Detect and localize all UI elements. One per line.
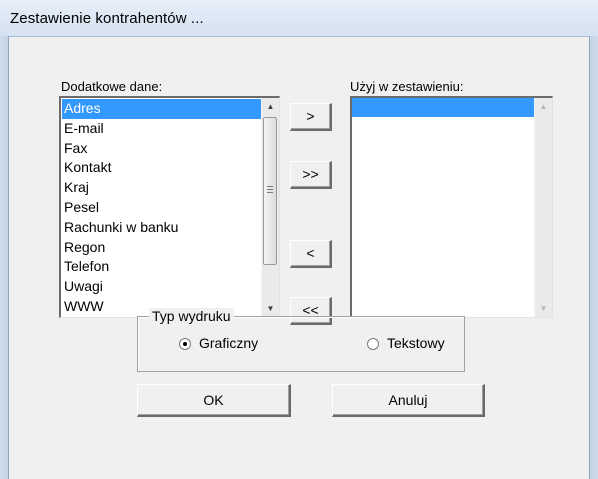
list-item-telefon[interactable]: Telefon bbox=[62, 257, 261, 277]
ok-button[interactable]: OK bbox=[137, 384, 291, 417]
window-frame-left bbox=[0, 36, 9, 479]
empty-selection-highlight bbox=[352, 98, 534, 117]
radio-graficzny-label[interactable]: Graficzny bbox=[199, 335, 258, 351]
title-bar[interactable]: Zestawienie kontrahentów ... bbox=[0, 0, 598, 37]
list-item-kontakt[interactable]: Kontakt bbox=[62, 158, 261, 178]
list-item-kraj[interactable]: Kraj bbox=[62, 178, 261, 198]
remove-field-label: < bbox=[306, 245, 315, 261]
dialog-body: Dodatkowe dane: Adres E-mail Fax Kontakt… bbox=[9, 37, 589, 479]
ok-label: OK bbox=[203, 392, 224, 408]
selected-fields-list[interactable]: ▲ ▼ bbox=[350, 96, 553, 318]
scroll-thumb[interactable] bbox=[263, 117, 277, 265]
scroll-up-arrow-icon[interactable]: ▲ bbox=[535, 98, 552, 115]
add-field-label: > bbox=[306, 108, 315, 124]
list-item-regon[interactable]: Regon bbox=[62, 238, 261, 258]
print-type-label: Typ wydruku bbox=[149, 308, 234, 324]
left-list-label: Dodatkowe dane: bbox=[61, 79, 163, 94]
right-list-scrollbar[interactable]: ▲ ▼ bbox=[534, 98, 552, 317]
right-list-label: Użyj w zestawieniu: bbox=[350, 79, 464, 94]
scroll-up-arrow-icon[interactable]: ▲ bbox=[262, 98, 279, 115]
scroll-down-arrow-icon[interactable]: ▼ bbox=[535, 300, 552, 317]
scroll-grip-icon bbox=[267, 186, 273, 194]
list-item-uwagi[interactable]: Uwagi bbox=[62, 277, 261, 297]
remove-field-button[interactable]: < bbox=[290, 240, 332, 268]
scroll-down-arrow-icon[interactable]: ▼ bbox=[262, 300, 279, 317]
window-title: Zestawienie kontrahentów ... bbox=[10, 10, 204, 27]
list-item-rachunki[interactable]: Rachunki w banku bbox=[62, 218, 261, 238]
cancel-button[interactable]: Anuluj bbox=[332, 384, 485, 417]
add-all-fields-button[interactable]: >> bbox=[290, 161, 332, 189]
list-item-pesel[interactable]: Pesel bbox=[62, 198, 261, 218]
window-frame-right bbox=[589, 36, 598, 479]
radio-unchecked-icon[interactable] bbox=[367, 338, 379, 350]
left-list-scrollbar[interactable]: ▲ ▼ bbox=[261, 98, 279, 317]
cancel-label: Anuluj bbox=[388, 392, 428, 408]
list-item-fax[interactable]: Fax bbox=[62, 139, 261, 159]
list-item-email[interactable]: E-mail bbox=[62, 119, 261, 139]
add-all-label: >> bbox=[302, 166, 319, 182]
available-fields-list[interactable]: Adres E-mail Fax Kontakt Kraj Pesel Rach… bbox=[59, 96, 280, 318]
radio-tekstowy-label[interactable]: Tekstowy bbox=[387, 335, 445, 351]
radio-checked-icon[interactable] bbox=[179, 338, 191, 350]
add-field-button[interactable]: > bbox=[290, 103, 332, 131]
list-item-adres[interactable]: Adres bbox=[62, 99, 261, 119]
